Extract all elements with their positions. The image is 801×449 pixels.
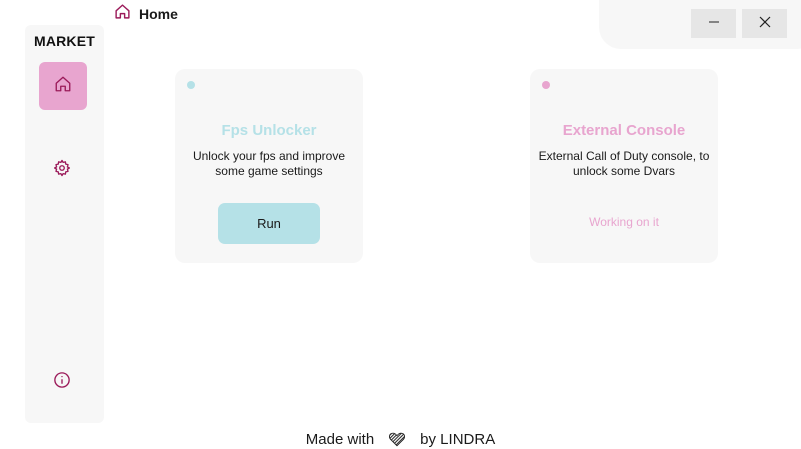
external-console-card: External Console External Call of Duty c…: [530, 69, 718, 263]
gear-icon: [53, 159, 71, 182]
heart-icon: [388, 430, 406, 448]
footer-suffix: by LINDRA: [420, 430, 496, 448]
breadcrumb: Home: [114, 4, 178, 24]
app-brand: MARKET: [33, 33, 96, 49]
close-button[interactable]: [742, 9, 787, 38]
card-title: External Console: [562, 122, 686, 139]
app-window: Home MARKET Fps Unlocker Unlock your fps…: [0, 0, 801, 449]
minimize-button[interactable]: [691, 9, 736, 38]
card-description: External Call of Duty console, to unlock…: [538, 149, 710, 178]
breadcrumb-label: Home: [139, 6, 178, 22]
fps-unlocker-card: Fps Unlocker Unlock your fps and improve…: [175, 69, 363, 263]
card-title: Fps Unlocker: [221, 122, 317, 139]
status-text: Working on it: [589, 215, 659, 229]
info-icon: [53, 371, 71, 394]
home-icon: [114, 3, 131, 25]
minimize-icon: [708, 15, 720, 33]
run-button[interactable]: Run: [218, 203, 320, 244]
status-dot: [187, 81, 195, 89]
home-icon: [54, 75, 72, 98]
sidebar-item-info[interactable]: [50, 370, 74, 394]
status-dot: [542, 81, 550, 89]
card-description: Unlock your fps and improve some game se…: [192, 149, 346, 178]
close-icon: [759, 15, 771, 33]
footer: Made with by LINDRA: [0, 428, 801, 449]
sidebar-item-home[interactable]: [39, 62, 87, 110]
sidebar: MARKET: [25, 25, 104, 423]
sidebar-item-settings[interactable]: [50, 158, 74, 182]
footer-prefix: Made with: [305, 430, 375, 448]
